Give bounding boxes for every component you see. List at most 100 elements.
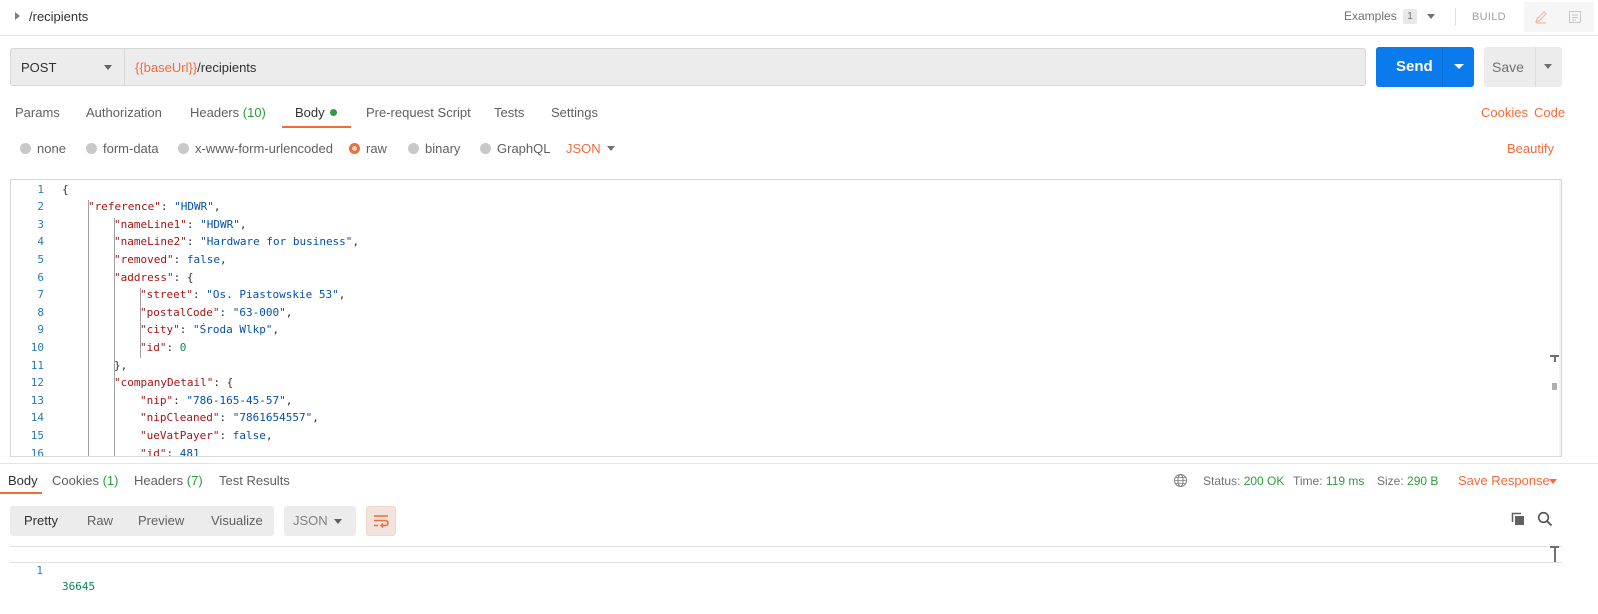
chevron-down-icon[interactable] [1549, 479, 1557, 484]
json-punctuation: : [192, 288, 207, 302]
send-options-chevron-icon[interactable] [1454, 64, 1464, 69]
tab-label: Pre-request Script [366, 105, 471, 120]
tab-authorization[interactable]: Authorization [86, 105, 162, 120]
save-options-chevron-icon[interactable] [1544, 64, 1552, 69]
view-raw-button[interactable]: Raw [87, 513, 113, 528]
active-tab-indicator [282, 126, 351, 128]
beautify-link[interactable]: Beautify [1507, 141, 1554, 156]
code-content: }, [114, 357, 127, 375]
code-content: "city": "Środa Wlkp", [140, 321, 279, 339]
cookies-link[interactable]: Cookies [1481, 105, 1528, 120]
json-punctuation: : [186, 235, 201, 249]
examples-label[interactable]: Examples [1344, 9, 1397, 23]
line-number: 6 [37, 270, 44, 284]
chevron-down-icon [334, 519, 342, 524]
line-number: 7 [37, 288, 44, 302]
response-status: Status: 200 OK [1203, 474, 1284, 488]
divider [0, 463, 1598, 464]
response-tab-body[interactable]: Body [8, 473, 38, 488]
code-content: "removed": false, [114, 251, 227, 269]
wrap-lines-button[interactable] [366, 506, 396, 536]
tab-label: Tests [494, 105, 525, 120]
code-link[interactable]: Code [1534, 105, 1565, 120]
tab-body[interactable]: Body [295, 105, 337, 120]
divider [1535, 47, 1536, 87]
request-name[interactable]: /recipients [29, 9, 88, 24]
body-indicator-dot [329, 109, 337, 116]
json-value: "Os. Piastowskie 53" [206, 288, 339, 302]
json-punctuation: : [173, 393, 187, 407]
scrollbar-thumb[interactable] [1552, 383, 1557, 390]
line-number: 14 [30, 411, 44, 425]
view-visualize-button[interactable]: Visualize [211, 513, 263, 528]
expand-caret-icon[interactable] [15, 12, 20, 20]
url-input[interactable]: {{baseUrl}}/recipients [124, 48, 1366, 86]
json-key: "street" [140, 288, 193, 302]
radio-label: raw [366, 141, 387, 156]
documentation-button[interactable] [1558, 2, 1594, 32]
response-size: Size: 290 B [1377, 474, 1438, 488]
code-content: "nipCleaned": "7861654557", [140, 409, 319, 427]
json-punctuation: : [166, 340, 180, 354]
code-content: "nip": "786-165-45-57", [140, 392, 292, 410]
examples-count-badge: 1 [1403, 9, 1417, 24]
line-number: 13 [30, 393, 44, 407]
send-button[interactable]: Send [1376, 47, 1474, 87]
line-number: 1 [36, 564, 43, 577]
request-body-editor[interactable]: 1{2 "reference": "HDWR", 3 "nameLine1": "HD… [10, 179, 1562, 457]
method-select[interactable]: POST [10, 48, 124, 86]
globe-icon[interactable] [1173, 473, 1188, 488]
code-content: "street": "Os. Piastowskie 53", [140, 286, 345, 304]
examples-dropdown-icon[interactable] [1427, 14, 1435, 19]
edit-button[interactable] [1524, 2, 1558, 32]
code-line: 10 "id": 0 [11, 339, 1561, 357]
json-value: "Środa Wlkp" [193, 323, 273, 337]
view-preview-button[interactable]: Preview [138, 513, 184, 528]
radio-label: form-data [103, 141, 159, 156]
tab-pre-request-script[interactable]: Pre-request Script [366, 105, 471, 120]
status-label: Status: [1203, 474, 1241, 488]
divider [1455, 8, 1456, 26]
json-key: "nameLine1" [114, 217, 187, 231]
response-format-select[interactable]: JSON [284, 506, 356, 536]
json-key: "removed" [114, 252, 174, 266]
build-mode-label[interactable]: BUILD [1472, 11, 1506, 23]
response-tab-cookies[interactable]: Cookies (1) [52, 473, 118, 488]
save-button[interactable]: Save [1484, 47, 1562, 87]
tab-label: Test Results [219, 473, 290, 488]
code-content: "companyDetail": { [114, 374, 233, 392]
code-line: 13 "nip": "786-165-45-57", [11, 392, 1561, 410]
json-punctuation: }, [114, 358, 128, 372]
chevron-down-icon[interactable] [607, 146, 615, 151]
tab-label: Settings [551, 105, 598, 120]
line-number: 12 [30, 376, 44, 390]
tab-tests[interactable]: Tests [494, 105, 524, 120]
code-line: 3 "nameLine1": "HDWR", [11, 216, 1561, 234]
response-tab-headers[interactable]: Headers (7) [134, 473, 203, 488]
copy-icon[interactable] [1510, 511, 1526, 527]
tab-label: Authorization [86, 105, 162, 120]
response-body-viewer[interactable]: 1 36645 [10, 546, 1562, 593]
line-number: 1 [37, 182, 44, 196]
response-view-toggle: Pretty Raw Preview Visualize [10, 506, 274, 536]
tab-headers[interactable]: Headers (10) [190, 105, 266, 120]
view-pretty-button[interactable]: Pretty [24, 513, 58, 528]
json-punctuation: : [219, 428, 233, 442]
json-punctuation: , [239, 217, 247, 231]
response-tab-test-results[interactable]: Test Results [219, 473, 290, 488]
radio-button [178, 143, 189, 154]
indent-guide [114, 217, 115, 456]
json-key: "id" [140, 340, 167, 354]
search-icon[interactable] [1537, 511, 1553, 527]
line-number: 9 [37, 323, 44, 337]
save-response-button[interactable]: Save Response [1458, 473, 1550, 488]
indent-guide [88, 200, 89, 456]
divider [1442, 47, 1443, 87]
tab-params[interactable]: Params [15, 105, 60, 120]
radio-button-selected [349, 143, 360, 154]
body-format-select[interactable]: JSON [566, 141, 601, 156]
code-content: "nameLine1": "HDWR", [114, 216, 246, 234]
tab-settings[interactable]: Settings [551, 105, 598, 120]
code-line: 8 "postalCode": "63-000", [11, 304, 1561, 322]
indent-guide [140, 288, 141, 359]
